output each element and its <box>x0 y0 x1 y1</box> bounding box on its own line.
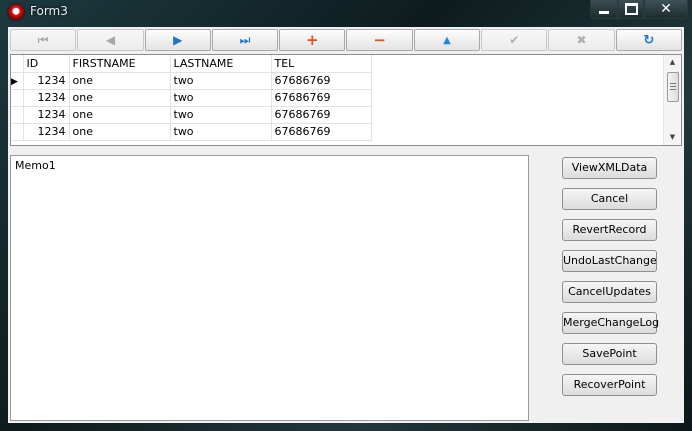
nav-edit-button[interactable]: ▲ <box>413 29 481 51</box>
merge-change-log-button[interactable]: MergeChangeLog <box>562 312 659 334</box>
form3-window: Form3 ✕ ⏮ ◀ ▶ ⏭ + − ▲ ✔ ✖ ↻ ID FIRSTNAME <box>0 0 692 431</box>
maximize-icon <box>624 3 638 15</box>
column-header-lastname[interactable]: LASTNAME <box>170 55 272 73</box>
close-icon: ✕ <box>660 1 672 17</box>
column-header-firstname[interactable]: FIRSTNAME <box>69 55 171 73</box>
cell-lastname[interactable]: two <box>170 89 272 107</box>
maximize-button[interactable] <box>618 0 644 19</box>
table-row[interactable]: 1234 one two 67686769 <box>11 89 372 107</box>
column-header-id[interactable]: ID <box>23 55 70 73</box>
cell-firstname[interactable]: one <box>69 123 171 141</box>
nav-prior-icon: ◀ <box>105 33 116 47</box>
cancel-updates-button[interactable]: CancelUpdates <box>562 281 657 303</box>
cell-firstname[interactable]: one <box>69 72 171 90</box>
grid-table: ID FIRSTNAME LASTNAME TEL ▶ 1234 one two 676… <box>11 55 372 141</box>
cell-id[interactable]: 1234 <box>23 123 70 141</box>
nav-next-button[interactable]: ▶ <box>144 29 211 51</box>
action-buttons: ViewXMLData Cancel RevertRecord UndoLast… <box>562 157 659 405</box>
nav-cancel-icon: ✖ <box>576 33 587 47</box>
nav-last-icon: ⏭ <box>239 32 251 47</box>
cancel-button[interactable]: Cancel <box>562 188 657 210</box>
cell-id[interactable]: 1234 <box>23 89 70 107</box>
nav-post-icon: ✔ <box>509 33 520 47</box>
cell-tel[interactable]: 67686769 <box>271 123 372 141</box>
db-grid[interactable]: ID FIRSTNAME LASTNAME TEL ▶ 1234 one two 676… <box>10 54 682 146</box>
app-icon[interactable] <box>8 4 24 20</box>
row-indicator[interactable] <box>11 106 24 124</box>
close-button[interactable]: ✕ <box>644 0 688 19</box>
nav-refresh-button[interactable]: ↻ <box>615 29 682 51</box>
nav-first-button[interactable]: ⏮ <box>10 29 77 51</box>
grip-line <box>670 86 676 87</box>
cell-tel[interactable]: 67686769 <box>271 106 372 124</box>
nav-delete-icon: − <box>373 31 386 49</box>
nav-insert-button[interactable]: + <box>279 29 346 51</box>
cell-lastname[interactable]: two <box>170 106 272 124</box>
nav-next-icon: ▶ <box>173 33 183 47</box>
nav-prior-button[interactable]: ◀ <box>77 29 144 51</box>
title-bar[interactable]: Form3 ✕ <box>0 0 692 24</box>
cell-firstname[interactable]: one <box>69 106 171 124</box>
indicator-header <box>11 55 24 73</box>
scroll-down-icon[interactable]: ▼ <box>664 130 681 145</box>
save-point-button[interactable]: SavePoint <box>562 343 657 365</box>
undo-last-change-button[interactable]: UndoLastChange <box>562 250 657 272</box>
cell-firstname[interactable]: one <box>69 89 171 107</box>
row-indicator[interactable] <box>11 123 24 141</box>
revert-record-button[interactable]: RevertRecord <box>562 219 657 241</box>
nav-cancel-button[interactable]: ✖ <box>548 29 615 51</box>
window-title: Form3 <box>30 4 68 18</box>
memo-textarea[interactable]: Memo1 <box>10 155 529 421</box>
column-header-tel[interactable]: TEL <box>271 55 372 73</box>
minimize-button[interactable] <box>590 0 618 19</box>
grid-header-row: ID FIRSTNAME LASTNAME TEL <box>11 55 372 73</box>
scroll-up-icon[interactable]: ▲ <box>664 55 681 70</box>
cell-tel[interactable]: 67686769 <box>271 89 372 107</box>
cell-id[interactable]: 1234 <box>23 106 70 124</box>
cell-lastname[interactable]: two <box>170 72 272 90</box>
nav-insert-icon: + <box>306 31 319 49</box>
nav-edit-icon: ▲ <box>443 34 451 46</box>
cell-lastname[interactable]: two <box>170 123 272 141</box>
cell-tel[interactable]: 67686769 <box>271 72 372 90</box>
scroll-thumb[interactable] <box>667 72 679 102</box>
cell-id[interactable]: 1234 <box>23 72 70 90</box>
table-row[interactable]: 1234 one two 67686769 <box>11 123 372 141</box>
row-indicator[interactable] <box>11 89 24 107</box>
nav-refresh-icon: ↻ <box>643 32 655 48</box>
window-controls: ✕ <box>590 0 688 19</box>
minimize-icon <box>599 10 609 14</box>
nav-first-icon: ⏮ <box>37 32 49 47</box>
recover-point-button[interactable]: RecoverPoint <box>562 374 657 396</box>
table-row[interactable]: ▶ 1234 one two 67686769 <box>11 72 372 90</box>
row-indicator[interactable]: ▶ <box>11 72 24 90</box>
db-navigator: ⏮ ◀ ▶ ⏭ + − ▲ ✔ ✖ ↻ <box>10 29 682 53</box>
nav-post-button[interactable]: ✔ <box>481 29 548 51</box>
table-row[interactable]: 1234 one two 67686769 <box>11 106 372 124</box>
nav-last-button[interactable]: ⏭ <box>211 29 279 51</box>
grip-line <box>670 83 676 84</box>
grid-vertical-scrollbar[interactable]: ▲ ▼ <box>663 55 681 145</box>
nav-delete-button[interactable]: − <box>346 29 413 51</box>
grip-line <box>670 89 676 90</box>
form-client-area: ⏮ ◀ ▶ ⏭ + − ▲ ✔ ✖ ↻ ID FIRSTNAME LASTNAME TEL ▶ 12… <box>8 27 684 423</box>
current-row-pointer-icon: ▶ <box>11 77 18 87</box>
view-xml-data-button[interactable]: ViewXMLData <box>562 157 657 179</box>
